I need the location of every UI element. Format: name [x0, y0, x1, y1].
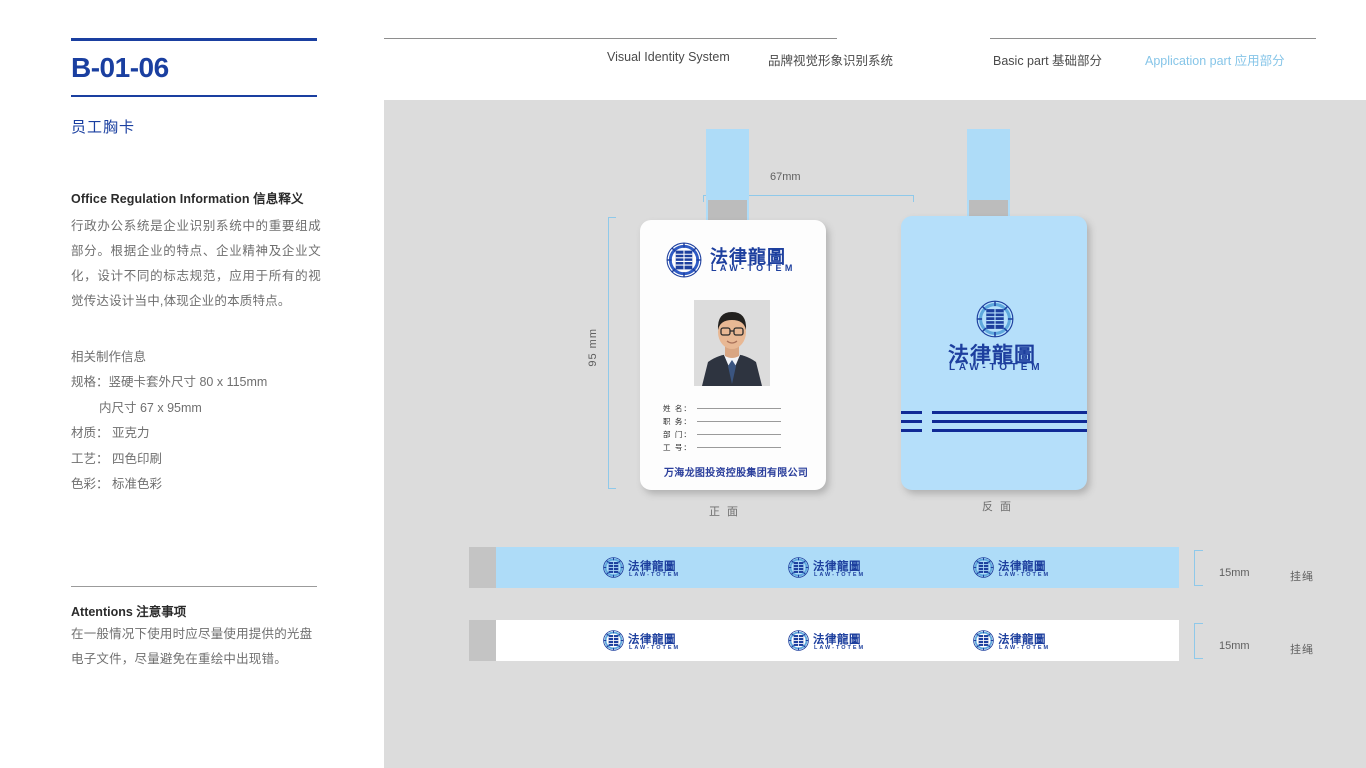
law-totem-emblem-icon-lanyard [973, 630, 994, 651]
badge-front-card[interactable]: 法律龍圖 LAW-TOTEM 姓 名： 职 务： 部 门： 工 号： 万海龙图投… [640, 220, 826, 490]
attentions-body: 在一般情况下使用时应尽量使用提供的光盘电子文件，尽量避免在重绘中出现错。 [71, 627, 313, 666]
field-row-employee-id: 工 号： [663, 442, 781, 453]
law-totem-emblem-icon-lanyard [603, 630, 624, 651]
law-totem-emblem-icon-lanyard [973, 557, 994, 578]
header-tab-application-part[interactable]: Application part 应用部分 [1145, 50, 1285, 69]
law-totem-logo-back [976, 300, 1014, 338]
info-section-body: 行政办公系统是企业识别系统中的重要组成部分。根据企业的特点、企业精神及企业文化，… [71, 219, 321, 308]
lanyard-blue-logo-2 [788, 557, 809, 578]
logo-text-en-front: LAW-TOTEM [711, 263, 796, 273]
back-stripe-short-2 [901, 420, 922, 423]
law-totem-emblem-icon-back [976, 300, 1014, 338]
document-code: B-01-06 [71, 52, 169, 83]
lanyard-white-logo-en-2: LAW-TOTEM [814, 645, 866, 651]
field-row-department: 部 门： [663, 429, 781, 440]
sidebar-rule-under-code [71, 95, 317, 97]
spec-row-color: 色彩： 标准色彩 [71, 477, 162, 491]
dimension-width-tick-left [703, 195, 705, 202]
field-line-employee-id [697, 447, 781, 448]
header-visual-identity-en: Visual Identity System [607, 50, 730, 64]
law-totem-emblem-icon-lanyard [603, 557, 624, 578]
field-label-department: 部 门： [663, 430, 692, 439]
lanyard-blue-logo-1 [603, 557, 624, 578]
dimension-height-tick-bottom [608, 488, 616, 490]
lanyard-white-logo-1 [603, 630, 624, 651]
preview-canvas: 67mm 95 mm 法律龍圖 LAW-TOTEM 姓 名： 职 务： 部 门：… [384, 100, 1366, 768]
law-totem-emblem-icon [666, 242, 702, 278]
law-totem-emblem-icon-lanyard [788, 557, 809, 578]
lanyard-blue-logo-en-2: LAW-TOTEM [814, 572, 866, 578]
spec-title: 相关制作信息 [71, 350, 147, 364]
back-stripe-long-2 [932, 420, 1087, 423]
field-line-name [697, 408, 781, 409]
field-label-name: 姓 名： [663, 404, 692, 413]
back-stripe-short-1 [901, 411, 922, 414]
caption-back: 反 面 [982, 501, 1014, 513]
spec-row-inner-size: 内尺寸 67 x 95mm [99, 400, 202, 415]
lanyard-white-size-label: 15mm [1219, 640, 1250, 652]
dimension-width-tick-right [913, 195, 915, 202]
lanyard-blue-logo-3 [973, 557, 994, 578]
spec-row-process: 工艺： 四色印刷 [71, 451, 162, 466]
sidebar: B-01-06 员工胸卡 Office Regulation Informati… [0, 0, 384, 768]
field-row-position: 职 务： [663, 416, 781, 427]
dimension-width-label: 67mm [770, 171, 801, 183]
lanyard-white-logo-en-1: LAW-TOTEM [629, 645, 681, 651]
lanyard-white-name-label: 挂绳 [1290, 644, 1314, 656]
employee-photo [694, 300, 770, 386]
back-stripe-short-3 [901, 429, 922, 432]
lanyard-blue-name-label: 挂绳 [1290, 571, 1314, 583]
portrait-photo-icon [694, 300, 770, 386]
lanyard-white-logo-en-3: LAW-TOTEM [999, 645, 1051, 651]
sidebar-rule-top [71, 38, 317, 41]
attentions-heading: Attentions 注意事项 [71, 605, 187, 619]
sidebar-rule-attentions [71, 586, 317, 588]
document-subtitle: 员工胸卡 [71, 119, 136, 136]
spec-row-material: 材质： 亚克力 [71, 426, 150, 440]
lanyard-blue-logo-en-1: LAW-TOTEM [629, 572, 681, 578]
field-row-name: 姓 名： [663, 403, 781, 414]
lanyard-white-cap [469, 620, 496, 661]
lanyard-white-logo-2 [788, 630, 809, 651]
law-totem-emblem-icon-lanyard [788, 630, 809, 651]
field-line-department [697, 434, 781, 435]
spec-block: 相关制作信息 规格：竖硬卡套外尺寸 80 x 115mm 内尺寸 67 x 95… [71, 345, 331, 498]
header: Visual Identity System 品牌视觉形象识别系统 Basic … [384, 0, 1366, 100]
lanyard-blue-logo-en-3: LAW-TOTEM [999, 572, 1051, 578]
info-section-heading: Office Regulation Information 信息释义 [71, 192, 304, 206]
header-tab-basic-part[interactable]: Basic part 基础部分 [993, 50, 1102, 69]
field-label-position: 职 务： [663, 417, 692, 426]
field-line-position [697, 421, 781, 422]
lanyard-white-logo-3 [973, 630, 994, 651]
spec-row-size: 规格：竖硬卡套外尺寸 80 x 115mm [71, 375, 268, 389]
caption-front: 正 面 [709, 506, 741, 518]
back-stripe-long-3 [932, 429, 1087, 432]
lanyard-blue-cap [469, 547, 496, 588]
back-stripe-long-1 [932, 411, 1087, 414]
lanyard-blue-size-label: 15mm [1219, 567, 1250, 579]
dimension-height-label: 95 mm [587, 328, 599, 367]
field-label-employee-id: 工 号： [663, 443, 692, 452]
lanyard-white-brace [1194, 623, 1203, 659]
dimension-height-tick-top [608, 217, 616, 219]
header-rule-left [384, 38, 837, 40]
header-rule-right [990, 38, 1316, 40]
company-name: 万海龙图投资控股集团有限公司 [664, 468, 809, 479]
dimension-height-line [608, 217, 610, 489]
logo-text-en-back: LAW-TOTEM [949, 362, 1044, 373]
lanyard-blue-brace [1194, 550, 1203, 586]
badge-back-card[interactable]: 法律龍圖 LAW-TOTEM [901, 216, 1087, 490]
law-totem-logo-front [666, 242, 702, 278]
header-visual-identity-cn: 品牌视觉形象识别系统 [768, 54, 894, 68]
